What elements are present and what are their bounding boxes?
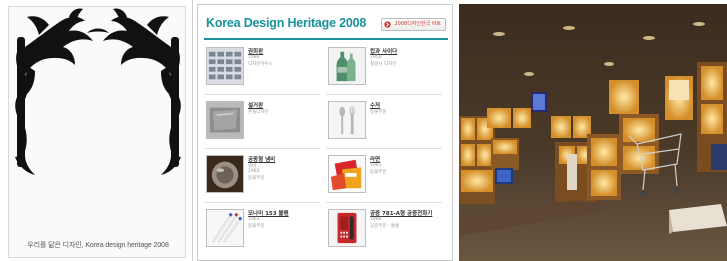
tray-icon (206, 101, 244, 139)
cover-frame: 우리를 닮은 디자인, Korea design heritage 2008 (8, 6, 186, 258)
arrow-icon (384, 21, 392, 28)
page-title: Korea Design Heritage 2008 (206, 16, 367, 30)
book-cover: 우리를 닮은 디자인, Korea design heritage 2008 (0, 0, 193, 261)
item-divider (204, 94, 320, 95)
heritage-item[interactable]: 라면 1963 동물부문 (326, 153, 446, 203)
item-meta: 1988 (248, 55, 260, 60)
item-meta: 공중부문 - 통통 (370, 224, 400, 229)
item-divider (326, 94, 442, 95)
item-divider (326, 202, 442, 203)
item-name: 라면 (370, 157, 381, 163)
item-meta: 동물부문 (248, 224, 265, 229)
heritage-item[interactable]: 수저 동물부문 (326, 99, 446, 149)
item-meta: 1963 (370, 163, 382, 168)
item-meta: 동물부문 (370, 110, 387, 115)
item-divider (204, 202, 320, 203)
utensils-icon (328, 101, 366, 139)
heritage-link-label: 2008디자인한국 바로 (394, 21, 441, 27)
item-meta: 동물부문 (370, 170, 387, 175)
item-name: 컵과 사이다 (370, 49, 398, 55)
heritage-link-button[interactable]: 2008디자인한국 바로 (381, 18, 446, 31)
item-name: 공중 781-A형 공중전화기 (370, 211, 433, 217)
item-name: 모나미 153 볼펜 (248, 211, 289, 217)
heritage-item[interactable]: 모나미 153 볼펜 1963 동물부문 (204, 207, 324, 257)
noodle-icon (328, 155, 366, 193)
item-meta: 1965 (248, 169, 260, 174)
phone-icon (328, 209, 366, 247)
heritage-item[interactable]: 권희판 1988 디자인하우스 (204, 45, 324, 95)
item-meta: 칠성사 디자인 (370, 62, 397, 67)
heritage-item[interactable]: 공동형 냄비 냄비 1965 동물부문 (204, 153, 324, 203)
exhibition-photo-icon (459, 4, 727, 261)
heritage-item[interactable]: 컵과 사이다 1950 칠성사 디자인 (326, 45, 446, 95)
heritage-item[interactable]: 공중 781-A형 공중전화기 1986 공중부문 - 통통 (326, 207, 446, 257)
item-divider (204, 148, 320, 149)
item-meta: 1963 (248, 217, 260, 222)
item-name: 권희판 (248, 49, 264, 55)
item-meta: 1950 (370, 55, 382, 60)
title-divider (204, 38, 448, 40)
item-meta: 동물부문 (248, 176, 265, 181)
pot-icon (206, 155, 244, 193)
item-name: 수저 (370, 103, 381, 109)
item-meta: 1986 (370, 217, 382, 222)
keyboard-icon (206, 47, 244, 85)
heritage-item[interactable]: 설거판 흔들디자인 (204, 99, 324, 149)
item-divider (326, 148, 442, 149)
bottle-icon (328, 47, 366, 85)
phoenix-ornament-icon (15, 8, 181, 175)
item-name: 공동형 냄비 (248, 157, 276, 163)
exhibition-photo (459, 4, 727, 261)
item-meta: 흔들디자인 (248, 110, 269, 115)
heritage-web-page: Korea Design Heritage 2008 2008디자인한국 바로 … (197, 4, 453, 261)
pen-icon (206, 209, 244, 247)
item-meta: 디자인하우스 (248, 62, 273, 67)
cover-caption: 우리를 닮은 디자인, Korea design heritage 2008 (27, 242, 169, 249)
item-name: 설거판 (248, 103, 264, 109)
